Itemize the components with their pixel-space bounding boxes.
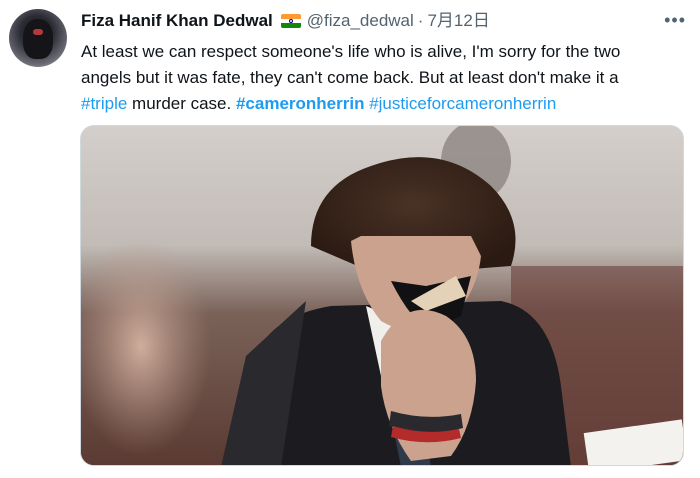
tweet-text-line2: angels but it was fate, they can't come …	[81, 68, 619, 87]
tweet[interactable]: Fiza Hanif Khan Dedwal @fiza_dedwal · 7月…	[0, 0, 700, 478]
hashtag-triple-link[interactable]: #triple	[81, 94, 127, 113]
hashtag-justice-link[interactable]: #justiceforcameronherrin	[369, 94, 556, 113]
tweet-header: Fiza Hanif Khan Dedwal @fiza_dedwal · 7月…	[81, 10, 490, 32]
tweet-date[interactable]: 7月12日	[427, 10, 489, 32]
avatar[interactable]	[9, 9, 67, 67]
avatar-figure	[23, 19, 53, 59]
tweet-text: At least we can respect someone's life w…	[81, 39, 681, 117]
separator-dot: ·	[417, 11, 424, 30]
avatar-accent	[33, 29, 43, 35]
india-flag-icon	[280, 14, 301, 28]
tweet-text-line1: At least we can respect someone's life w…	[81, 42, 621, 61]
hashtag-cameronherrin-link[interactable]: #cameronherrin	[236, 94, 365, 113]
tweet-text-middle: murder case.	[127, 94, 236, 113]
more-options-icon[interactable]: •••	[664, 10, 686, 31]
photo-illustration	[81, 126, 683, 465]
tweet-photo[interactable]	[80, 125, 684, 466]
author-handle[interactable]: @fiza_dedwal	[307, 10, 414, 32]
author-name[interactable]: Fiza Hanif Khan Dedwal	[81, 10, 273, 32]
